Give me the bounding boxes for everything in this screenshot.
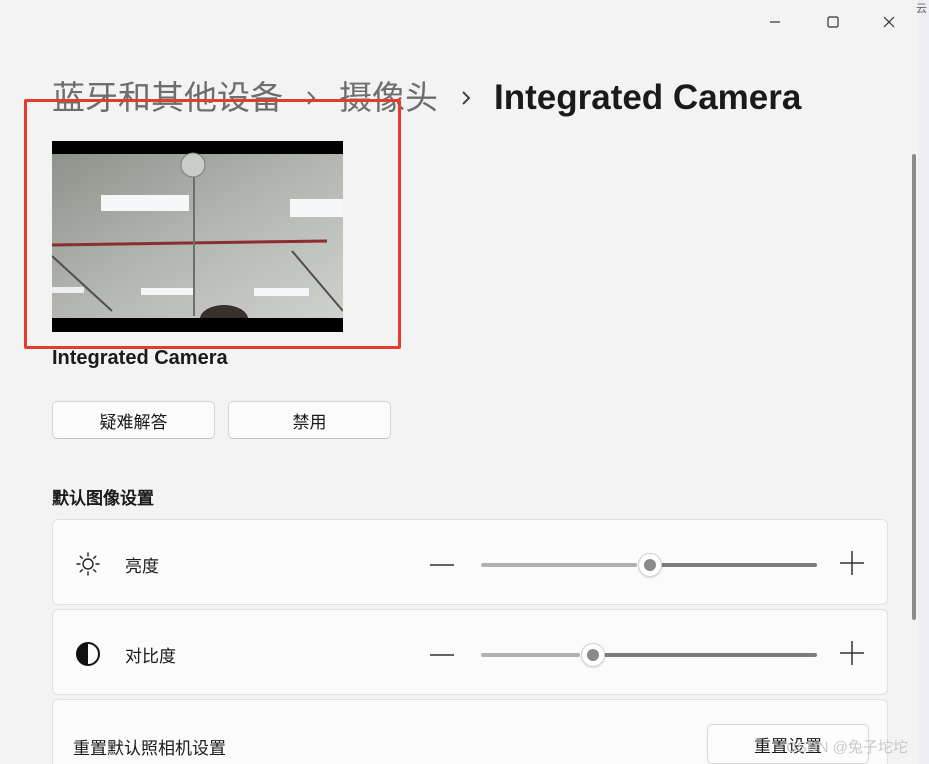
scrollbar[interactable] (912, 154, 916, 620)
breadcrumb: 蓝牙和其他设备 摄像头 Integrated Camera (52, 70, 801, 126)
minimize-button[interactable] (752, 6, 798, 38)
contrast-card: 对比度 (52, 609, 888, 695)
contrast-slider[interactable] (481, 643, 817, 667)
reset-card: 重置默认照相机设置 重置设置 (52, 699, 888, 764)
breadcrumb-cameras[interactable]: 摄像头 (339, 70, 438, 126)
chevron-right-icon (283, 89, 339, 107)
contrast-label: 对比度 (125, 647, 176, 667)
background-window-edge (918, 0, 929, 764)
watermark: CSDN @兔子坨坨 (786, 739, 908, 756)
background-edge-text: 云 (916, 2, 927, 15)
breadcrumb-bluetooth-devices[interactable]: 蓝牙和其他设备 (52, 70, 283, 126)
contrast-increase-icon[interactable] (839, 640, 865, 666)
contrast-decrease-icon[interactable] (429, 642, 455, 668)
slider-thumb[interactable] (581, 643, 605, 667)
brightness-label: 亮度 (125, 557, 159, 577)
title-bar (0, 0, 918, 44)
disable-button[interactable]: 禁用 (228, 401, 391, 439)
minimize-icon (770, 21, 780, 23)
brightness-increase-icon[interactable] (839, 550, 865, 576)
slider-track-fill (481, 653, 580, 657)
reset-label: 重置默认照相机设置 (73, 739, 226, 759)
slider-track (661, 563, 817, 567)
brightness-slider[interactable] (481, 553, 817, 577)
brightness-card: 亮度 (52, 519, 888, 605)
brightness-icon (76, 552, 100, 576)
camera-preview (52, 141, 343, 332)
page-title: Integrated Camera (494, 78, 802, 117)
device-name: Integrated Camera (52, 347, 228, 369)
maximize-button[interactable] (810, 6, 856, 38)
close-button[interactable] (866, 6, 912, 38)
slider-track (604, 653, 817, 657)
maximize-icon (827, 16, 839, 28)
slider-thumb[interactable] (638, 553, 662, 577)
close-icon (883, 16, 895, 28)
chevron-right-icon (438, 89, 494, 107)
settings-window: 蓝牙和其他设备 摄像头 Integrated Camera Integrated… (0, 0, 919, 764)
contrast-icon (76, 642, 100, 666)
slider-track-fill (481, 563, 637, 567)
section-title-default-image-settings: 默认图像设置 (52, 489, 154, 509)
troubleshoot-button[interactable]: 疑难解答 (52, 401, 215, 439)
brightness-decrease-icon[interactable] (429, 552, 455, 578)
